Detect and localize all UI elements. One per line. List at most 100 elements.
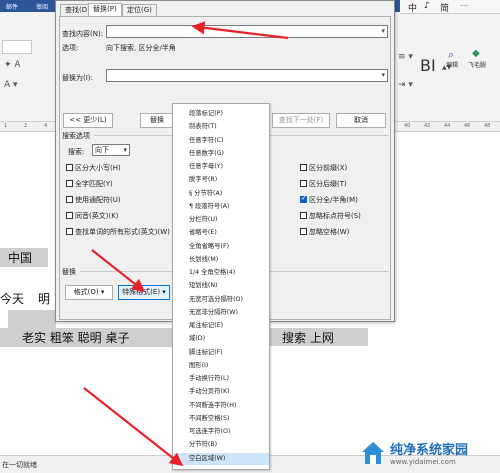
checkbox-box[interactable]	[66, 180, 73, 187]
checkbox-label: 忽略标点符号(S)	[309, 212, 361, 220]
replace-button[interactable]: 替换	[140, 113, 174, 128]
checkbox-label: 全字匹配(Y)	[75, 180, 113, 188]
status-text: 在一切就绪	[2, 461, 37, 469]
lang-simplified[interactable]: 简	[440, 1, 449, 14]
font-color-icon[interactable]: A ▾	[4, 80, 18, 90]
menu-item-special[interactable]: 任意字母(Y)	[173, 161, 269, 173]
paragraph-icons: ≡ ▾	[398, 52, 413, 62]
ribbon-tab-review[interactable]: 审阅	[36, 2, 48, 11]
find-next-button[interactable]: 查找下一处(F)	[272, 113, 330, 128]
checkbox-ignore-space[interactable]: 忽略空格(W)	[300, 227, 349, 237]
style-preview[interactable]: BI	[420, 56, 436, 75]
chevron-down-icon[interactable]: ▾	[381, 71, 385, 79]
ruler-tick-label: 40	[404, 123, 411, 129]
menu-item-special[interactable]: 图形(I)	[173, 360, 269, 372]
menu-item-special[interactable]: 段落标记(P)	[173, 108, 269, 120]
menu-item-special[interactable]: 可选连字符(O)	[173, 426, 269, 438]
menu-item-special[interactable]: 手动分页符(K)	[173, 386, 269, 398]
ruler-tick-label: 4	[44, 123, 48, 129]
menu-item-special[interactable]: 1/4 全角空格(4)	[173, 267, 269, 279]
menu-item-special[interactable]: ¶ 段落符号(A)	[173, 201, 269, 213]
search-direction-select[interactable]: 向下 ▾	[92, 144, 130, 156]
checkbox-box[interactable]	[66, 164, 73, 171]
search-options-title: 搜索选项	[62, 132, 90, 140]
special-format-button[interactable]: 特殊格式(E) ▾	[118, 285, 170, 300]
checkbox-match-width[interactable]: 区分全/半角(M)	[300, 194, 358, 205]
ruler-tick-label: 48	[484, 123, 491, 129]
doc-line-words-right: 搜索 上网	[282, 331, 334, 345]
plugin-icon[interactable]: ◆	[472, 48, 480, 59]
menu-item-special[interactable]: § 分节符(A)	[173, 188, 269, 200]
menu-item-special[interactable]: 不间断空格(S)	[173, 413, 269, 425]
format-button[interactable]: 格式(O) ▾	[65, 285, 113, 300]
doc-line-today: 今天	[0, 292, 25, 306]
ribbon-tab-mailings[interactable]: 邮件	[6, 2, 18, 11]
menu-item-special[interactable]: 脱字号(R)	[173, 174, 269, 186]
checkbox-box[interactable]	[300, 164, 307, 171]
menu-item-special[interactable]: 不间断连字符(H)	[173, 400, 269, 412]
checkbox-box[interactable]	[300, 228, 307, 235]
checkbox-match-prefix[interactable]: 区分前缀(X)	[300, 163, 347, 173]
checkbox-label: 忽略空格(W)	[309, 228, 350, 236]
find-input[interactable]: ▾	[106, 25, 388, 38]
language-bar: 中 ♪ 简 ⋯	[400, 0, 500, 14]
lang-chinese[interactable]: 中	[408, 1, 417, 14]
menu-item-special[interactable]: 尾注标记(E)	[173, 320, 269, 332]
find-label: 查找内容(N):	[62, 30, 104, 38]
cancel-button[interactable]: 取消	[336, 113, 386, 128]
checkbox-whole-word[interactable]: 全字匹配(Y)	[66, 179, 113, 189]
menu-item-special[interactable]: 省略号(E)	[173, 227, 269, 239]
replace-label: 替换为(I):	[62, 74, 93, 82]
ruler-tick-label: 1	[4, 123, 8, 129]
lang-bar-more-icon[interactable]: ⋯	[460, 1, 468, 10]
checkbox-box-checked[interactable]	[300, 194, 307, 203]
ruler-tick-label: 44	[444, 123, 451, 129]
doc-line-china: 中国	[0, 248, 48, 267]
menu-item-special[interactable]: 无宽非分隔符(W)	[173, 307, 269, 319]
watermark-house-icon	[362, 442, 384, 464]
special-format-menu: 段落标记(P) 制表符(T) 任意字符(C) 任意数字(G) 任意字母(Y) 脱字号(R)…	[172, 103, 270, 470]
checkbox-label: 区分后缀(T)	[309, 180, 347, 188]
checkbox-ignore-punctuation[interactable]: 忽略标点符号(S)	[300, 211, 361, 221]
replace-section-title: 替换	[62, 268, 76, 276]
checkbox-match-case[interactable]: 区分大小写(H)	[66, 163, 121, 173]
checkbox-box[interactable]	[66, 228, 73, 235]
ruler-tick-label: 46	[464, 123, 471, 129]
checkbox-match-suffix[interactable]: 区分后缀(T)	[300, 179, 347, 189]
checkbox-box[interactable]	[66, 196, 73, 203]
ribbon-group-editing[interactable]: 编辑	[446, 60, 458, 69]
font-size-box[interactable]	[2, 40, 32, 54]
menu-item-special[interactable]: 域(D)	[173, 333, 269, 345]
checkbox-box[interactable]	[300, 180, 307, 187]
checkbox-box[interactable]	[66, 212, 73, 219]
lang-mode-icon[interactable]: ♪	[424, 1, 430, 11]
menu-item-special[interactable]: 分栏符(U)	[173, 214, 269, 226]
watermark-title: 纯净系统家园	[390, 443, 469, 458]
menu-item-special[interactable]: 制表符(T)	[173, 121, 269, 133]
chevron-down-icon[interactable]: ▾	[123, 145, 127, 155]
chevron-down-icon[interactable]: ▾	[381, 27, 385, 35]
ruler-tick-label: 2	[24, 123, 28, 129]
menu-item-special[interactable]: 全角省略号(F)	[173, 241, 269, 253]
menu-item-special[interactable]: 空白区域(W)	[173, 452, 269, 465]
tab-goto[interactable]: 定位(G)	[122, 4, 157, 16]
less-button[interactable]: << 更少(L)	[63, 113, 113, 128]
checkbox-sounds-like[interactable]: 同音(英文)(K)	[66, 211, 119, 221]
checkbox-box[interactable]	[300, 212, 307, 219]
tab-replace[interactable]: 替换(P)	[88, 3, 122, 16]
checkbox-all-word-forms[interactable]: 查找单词的所有形式(英文)(W)	[66, 227, 170, 237]
menu-item-special[interactable]: 短划线(N)	[173, 280, 269, 292]
replace-input[interactable]: ▾	[106, 69, 388, 82]
menu-item-special[interactable]: 任意字符(C)	[173, 135, 269, 147]
ribbon-group-plugin[interactable]: 飞毛腿	[468, 60, 486, 69]
checkbox-label: 查找单词的所有形式(英文)(W)	[75, 228, 170, 236]
checkbox-wildcards[interactable]: 使用通配符(U)	[66, 195, 121, 205]
menu-item-special[interactable]: 手动换行符(L)	[173, 373, 269, 385]
menu-item-special[interactable]: 无宽可选分隔符(O)	[173, 294, 269, 306]
checkbox-label: 区分大小写(H)	[75, 164, 121, 172]
menu-item-special[interactable]: 脚注标记(F)	[173, 347, 269, 359]
menu-item-special[interactable]: 分节符(B)	[173, 439, 269, 451]
menu-item-special[interactable]: 长划线(M)	[173, 254, 269, 266]
checkbox-label: 区分前缀(X)	[309, 164, 348, 172]
menu-item-special[interactable]: 任意数字(G)	[173, 148, 269, 160]
